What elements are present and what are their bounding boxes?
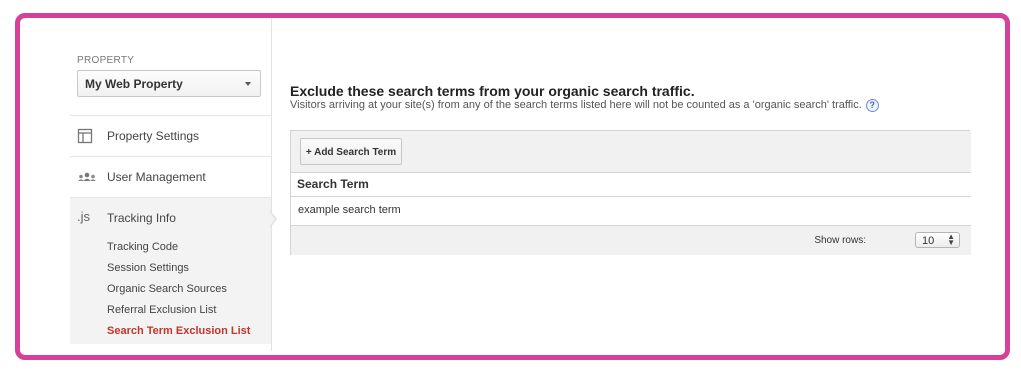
sub-item-tracking-code[interactable]: Tracking Code: [107, 241, 178, 253]
layout-icon: [77, 128, 95, 144]
show-rows-label: Show rows:: [814, 235, 866, 246]
show-rows-select[interactable]: 10 ▲ ▼: [915, 232, 960, 248]
table-toolbar: + Add Search Term: [291, 131, 971, 173]
nav-item-label: User Management: [107, 170, 206, 184]
sidebar: PROPERTY My Web Property Property Settin…: [70, 18, 272, 351]
page-description-text: Visitors arriving at your site(s) from a…: [290, 99, 862, 111]
column-header-label: Search Term: [297, 177, 369, 191]
active-pointer-fill: [269, 211, 275, 227]
nav-item-tracking-info[interactable]: .js Tracking Info: [70, 197, 271, 237]
column-header-search-term[interactable]: Search Term: [291, 172, 971, 197]
nav-item-user-management[interactable]: User Management: [70, 156, 271, 196]
js-icon-text: .js: [77, 209, 90, 224]
highlight-frame: PROPERTY My Web Property Property Settin…: [15, 13, 1010, 360]
sub-item-session-settings[interactable]: Session Settings: [107, 262, 189, 274]
search-terms-table: + Add Search Term Search Term example se…: [290, 130, 971, 255]
nav-item-label: Property Settings: [107, 129, 200, 143]
js-icon: .js: [77, 209, 95, 225]
property-select[interactable]: My Web Property: [77, 70, 261, 97]
updown-arrows-icon: ▲ ▼: [947, 232, 955, 247]
property-label: PROPERTY: [77, 55, 135, 66]
sub-item-search-term-exclusion-list[interactable]: Search Term Exclusion List: [107, 325, 250, 337]
sub-item-organic-search-sources[interactable]: Organic Search Sources: [107, 283, 227, 295]
nav-item-label: Tracking Info: [107, 211, 176, 225]
users-icon: [77, 169, 96, 185]
property-select-value: My Web Property: [85, 77, 183, 91]
table-row[interactable]: example search term: [291, 197, 971, 226]
sub-item-referral-exclusion-list[interactable]: Referral Exclusion List: [107, 304, 216, 316]
page-title: Exclude these search terms from your org…: [290, 83, 695, 99]
add-search-term-button[interactable]: + Add Search Term: [300, 138, 402, 165]
search-term-cell: example search term: [298, 204, 401, 216]
nav-item-property-settings[interactable]: Property Settings: [70, 115, 271, 155]
chevron-down-icon: [245, 82, 251, 86]
tracking-info-submenu: Tracking Code Session Settings Organic S…: [70, 237, 271, 344]
show-rows-value: 10: [922, 235, 935, 247]
help-icon[interactable]: ?: [865, 99, 879, 112]
page-description: Visitors arriving at your site(s) from a…: [290, 99, 879, 112]
table-footer: Show rows: 10 ▲ ▼: [291, 226, 971, 255]
